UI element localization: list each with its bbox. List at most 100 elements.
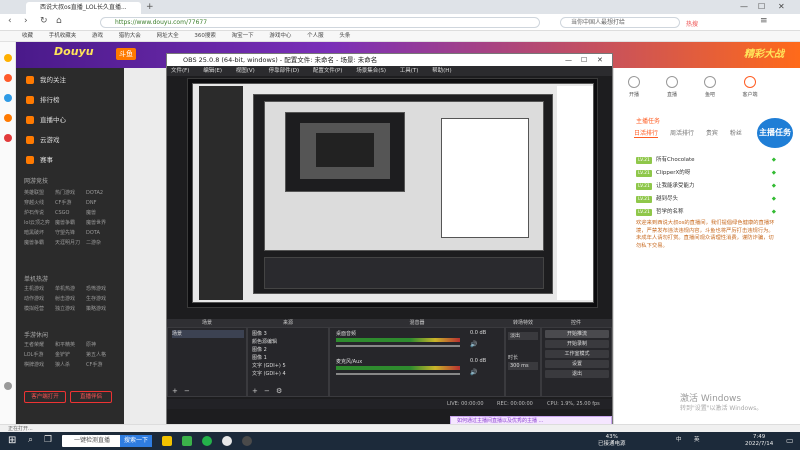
volume-slider[interactable] <box>336 345 460 347</box>
bookmark-item[interactable]: 头条 <box>339 33 350 39</box>
menu-file[interactable]: 文件(F) <box>171 68 189 74</box>
browser-tab-active[interactable]: 西说大叔os直播_LOL长久直播... <box>26 2 141 14</box>
douyu-logo[interactable]: Douyu <box>54 45 94 58</box>
promo-banner[interactable]: 精彩大战 <box>744 45 784 60</box>
category-link[interactable]: 穿越火线 <box>24 198 55 208</box>
category-link[interactable]: 狼人杀 <box>55 360 86 370</box>
menu-profile[interactable]: 配置文件(P) <box>313 68 343 74</box>
menu-tools[interactable]: 工具(T) <box>400 68 419 74</box>
rank-row[interactable]: LV.21 越到尽头 ◆ <box>636 193 776 205</box>
fishbar-icon[interactable]: 鱼吧 <box>692 76 728 98</box>
category-link[interactable]: 模拟经营 <box>24 304 55 314</box>
menu-help[interactable]: 帮助(H) <box>432 68 451 74</box>
taskbar-search-button[interactable]: 搜索一下 <box>120 435 152 447</box>
sidebar-item-live-center[interactable]: 直播中心 <box>16 110 124 130</box>
settings-button[interactable]: 设置 <box>545 360 609 368</box>
category-link[interactable]: DOTA <box>86 228 117 238</box>
tab-vip[interactable]: 贵宾 <box>706 130 718 137</box>
task-view-icon[interactable]: ❐ <box>44 435 52 445</box>
category-link[interactable]: 和平精英 <box>55 340 86 350</box>
bookmark-item[interactable]: 淘宝一下 <box>232 33 254 39</box>
shop-icon[interactable] <box>4 114 12 122</box>
duration-input[interactable]: 300 ms <box>508 362 538 370</box>
forward-icon[interactable]: › <box>24 16 28 26</box>
tab-fans[interactable]: 粉丝 <box>730 130 742 137</box>
category-link[interactable]: 棋牌游戏 <box>24 360 55 370</box>
bookmark-item[interactable]: 360搜索 <box>194 33 216 39</box>
category-link[interactable]: 二游杂 <box>86 238 117 248</box>
category-link[interactable]: 魔兽世界 <box>86 218 117 228</box>
menu-scene-collection[interactable]: 场景集合(S) <box>356 68 386 74</box>
remove-source-icon[interactable]: − <box>264 387 270 395</box>
category-link[interactable]: 热门游戏 <box>55 188 86 198</box>
category-link[interactable]: lol云顶之弈 <box>24 218 55 228</box>
source-item[interactable]: 图像 3 <box>252 330 324 338</box>
category-link[interactable]: CSGO <box>55 208 86 218</box>
bookmark-item[interactable]: 网址大全 <box>157 33 179 39</box>
clock[interactable]: 7:49 2022/7/14 <box>745 434 773 448</box>
category-link[interactable]: 魔兽 <box>86 208 117 218</box>
bookmark-item[interactable]: 收藏 <box>22 33 33 39</box>
start-live-icon[interactable]: 开播 <box>616 76 652 98</box>
sidebar-item-follow[interactable]: 我的关注 <box>16 70 124 90</box>
category-link[interactable]: 金铲铲 <box>55 350 86 360</box>
category-link[interactable]: CF手游 <box>86 360 117 370</box>
transition-select[interactable]: 淡出 <box>508 332 538 340</box>
live-icon[interactable]: 直播 <box>654 76 690 98</box>
game-icon[interactable] <box>4 74 12 82</box>
category-link[interactable]: 策略游戏 <box>86 304 117 314</box>
rank-row[interactable]: LV.21 让我能承受能力 ◆ <box>636 180 776 192</box>
obs-app-icon[interactable] <box>242 436 252 446</box>
scene-item[interactable]: 场景 <box>172 330 244 338</box>
tab-daily[interactable]: 日活排行 <box>634 130 659 138</box>
category-link[interactable]: 原神 <box>86 340 117 350</box>
category-link[interactable]: 单机热游 <box>55 284 86 294</box>
wechat-icon[interactable] <box>202 436 212 446</box>
maximize-icon[interactable]: ☐ <box>758 0 765 13</box>
windows-start-icon[interactable]: ⊞ <box>8 435 19 446</box>
gear-icon[interactable]: ⚙ <box>276 387 282 395</box>
video-icon[interactable] <box>4 94 12 102</box>
live-companion-button[interactable]: 直播伴侣 <box>70 391 112 403</box>
source-item[interactable]: 文字 (GDI+) 4 <box>252 370 324 378</box>
category-link[interactable]: 魔兽争霸 <box>24 238 55 248</box>
source-item[interactable]: 图像 1 <box>252 354 324 362</box>
start-streaming-button[interactable]: 开始推流 <box>545 330 609 338</box>
category-link[interactable]: 王者荣耀 <box>24 340 55 350</box>
ime-indicator[interactable]: 中 <box>676 437 682 444</box>
close-icon[interactable]: ✕ <box>778 0 785 13</box>
obs-close-icon[interactable]: ✕ <box>597 54 603 66</box>
battery-status[interactable]: 43% 已接通电源 <box>598 434 626 448</box>
chrome-icon[interactable] <box>222 436 232 446</box>
category-link[interactable]: 魔兽争霸 <box>55 218 86 228</box>
category-link[interactable]: 炉石传说 <box>24 208 55 218</box>
new-tab-button[interactable]: + <box>146 2 154 12</box>
speaker-icon[interactable]: 🔊 <box>470 341 477 348</box>
menu-edit[interactable]: 编辑(E) <box>203 68 222 74</box>
bookmark-item[interactable]: 猎豹大会 <box>119 33 141 39</box>
add-source-icon[interactable]: + <box>252 387 258 395</box>
category-link[interactable]: 第五人格 <box>86 350 117 360</box>
bookmark-item[interactable]: 手机收藏夹 <box>49 33 77 39</box>
rank-row[interactable]: LV.21 所有Chocolate ◆ <box>636 154 776 166</box>
bookmark-item[interactable]: 个人服 <box>307 33 324 39</box>
category-link[interactable]: 主机游戏 <box>24 284 55 294</box>
category-link[interactable]: 守望先锋 <box>55 228 86 238</box>
menu-docks[interactable]: 停靠部件(D) <box>269 68 300 74</box>
category-link[interactable]: 恐怖游戏 <box>86 284 117 294</box>
category-link[interactable]: 天涯明月刀 <box>55 238 86 248</box>
volume-slider[interactable] <box>336 373 460 375</box>
category-link[interactable]: 暗黑破坏 <box>24 228 55 238</box>
url-input[interactable]: https://www.douyu.com/77677 <box>100 17 540 28</box>
anchor-task-label[interactable]: 主播任务 <box>636 116 660 125</box>
category-link[interactable]: 生存游戏 <box>86 294 117 304</box>
sidebar-item-cloud-game[interactable]: 云游戏 <box>16 130 124 150</box>
search-icon[interactable]: ⌕ <box>28 435 33 445</box>
rank-row[interactable]: LV.21 ClipperX的呀 ◆ <box>636 167 776 179</box>
language-indicator[interactable]: 英 <box>694 437 700 444</box>
source-item[interactable]: 图像 2 <box>252 346 324 354</box>
category-link[interactable]: LOL手游 <box>24 350 55 360</box>
news-icon[interactable] <box>4 134 12 142</box>
source-item[interactable]: 文字 (GDI+) 5 <box>252 362 324 370</box>
category-link[interactable]: CF手游 <box>55 198 86 208</box>
